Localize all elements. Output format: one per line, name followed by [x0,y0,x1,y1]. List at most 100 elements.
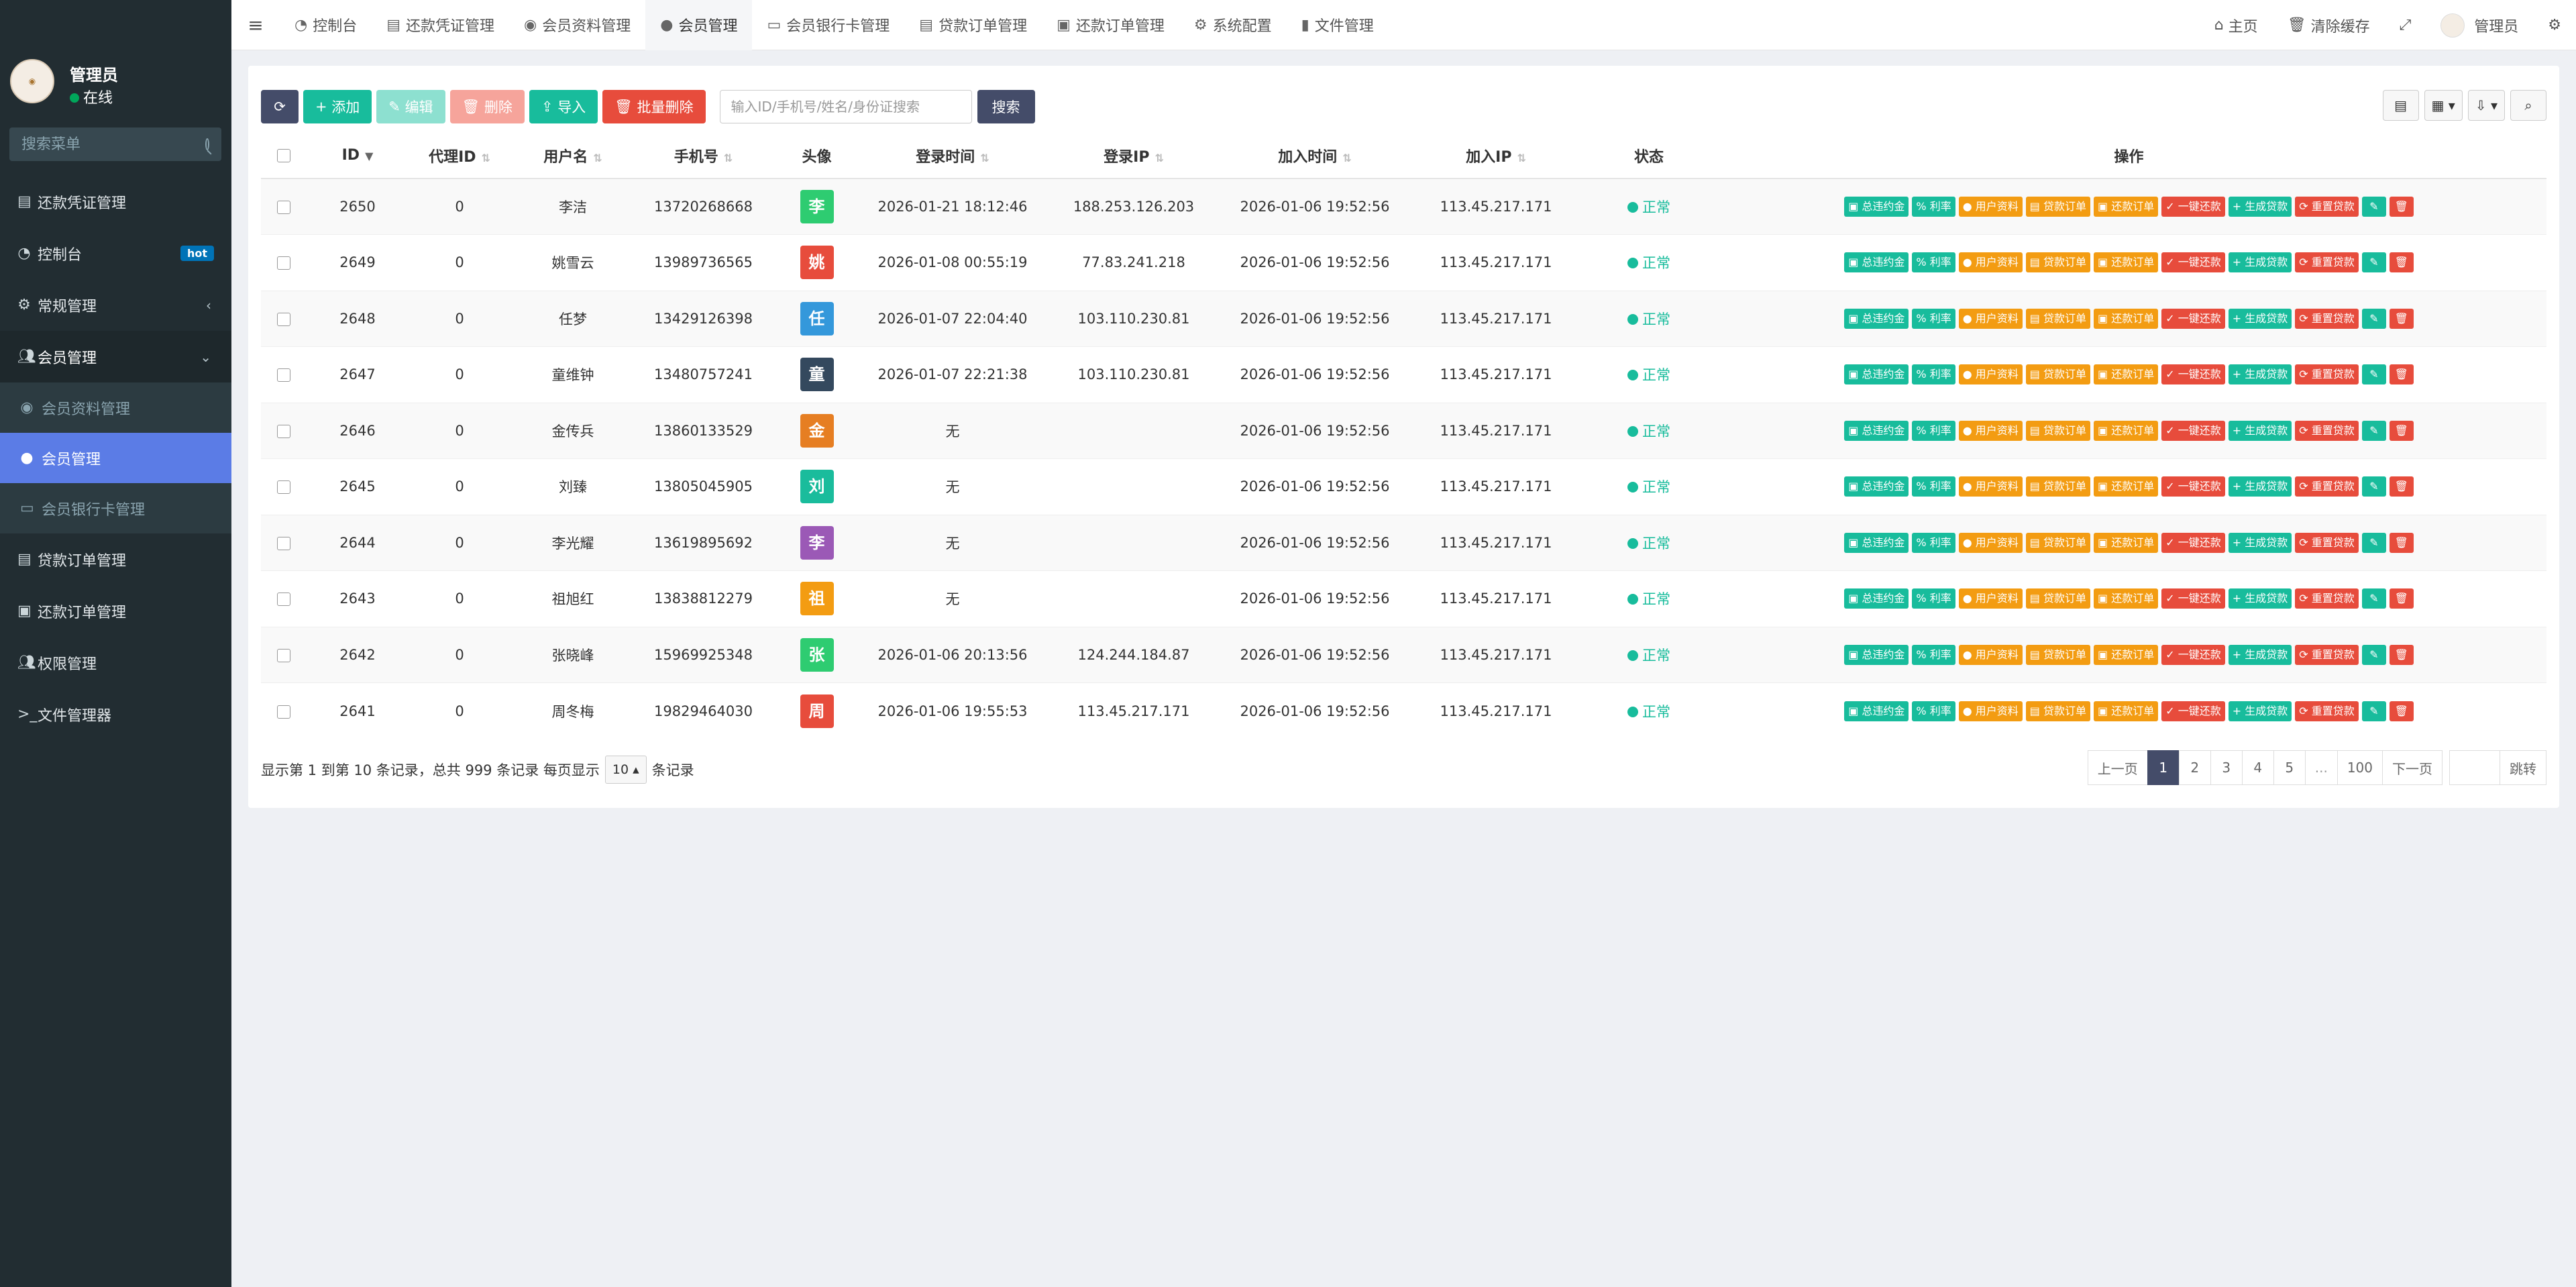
settings-button[interactable]: ⚙ [2533,0,2576,50]
generate-loan-button[interactable]: + 生成贷款 [2228,364,2292,385]
header-agent-id[interactable]: 代理ID ⇅ [409,133,511,179]
delete-row-button[interactable]: 🗑︎ [2389,420,2414,441]
columns-button[interactable]: ▦ ▾ [2424,90,2463,121]
generate-loan-button[interactable]: + 生成贷款 [2228,252,2292,273]
tab-system-config[interactable]: ⚙ 系统配置 [1179,0,1287,50]
one-click-repay-button[interactable]: ✓ 一键还款 [2161,308,2225,329]
edit-row-button[interactable]: ✎ [2361,252,2386,273]
loan-orders-button[interactable]: ▤ 贷款订单 [2025,644,2091,665]
interest-rate-button[interactable]: % 利率 [1912,252,1955,273]
edit-row-button[interactable]: ✎ [2361,364,2386,385]
loan-orders-button[interactable]: ▤ 贷款订单 [2025,420,2091,441]
delete-row-button[interactable]: 🗑︎ [2389,197,2414,217]
tab-file-manage[interactable]: ▮ 文件管理 [1287,0,1389,50]
total-penalty-button[interactable]: ▣ 总违约金 [1844,588,1909,609]
reset-loan-button[interactable]: ⟳ 重置贷款 [2295,701,2359,721]
search-icon[interactable] [205,138,209,150]
advanced-search-button[interactable]: ⌕ [2510,90,2546,121]
generate-loan-button[interactable]: + 生成贷款 [2228,476,2292,497]
tab-dashboard[interactable]: ◔ 控制台 [280,0,372,50]
generate-loan-button[interactable]: + 生成贷款 [2228,588,2292,609]
avatar[interactable]: 张 [800,637,834,672]
page-button[interactable]: 4 [2241,750,2274,785]
sidebar-item-dashboard[interactable]: ◔ 控制台 hot [0,227,231,279]
loan-orders-button[interactable]: ▤ 贷款订单 [2025,476,2091,497]
interest-rate-button[interactable]: % 利率 [1912,701,1955,721]
page-button[interactable]: 2 [2178,750,2211,785]
interest-rate-button[interactable]: % 利率 [1912,644,1955,665]
page-button[interactable]: 5 [2273,750,2306,785]
reset-loan-button[interactable]: ⟳ 重置贷款 [2295,308,2359,329]
one-click-repay-button[interactable]: ✓ 一键还款 [2161,532,2225,553]
page-size-select[interactable]: 10 ▴ [604,756,647,784]
select-all-checkbox[interactable] [277,149,290,162]
edit-row-button[interactable]: ✎ [2361,588,2386,609]
repay-orders-button[interactable]: ▣ 还款订单 [2094,701,2159,721]
repay-orders-button[interactable]: ▣ 还款订单 [2094,588,2159,609]
prev-page-button[interactable]: 上一页 [2087,750,2148,785]
search-button[interactable]: 搜索 [977,90,1035,123]
total-penalty-button[interactable]: ▣ 总违约金 [1844,420,1909,441]
one-click-repay-button[interactable]: ✓ 一键还款 [2161,420,2225,441]
import-button[interactable]: ⇪ 导入 [529,90,598,123]
header-id[interactable]: ID ▼ [307,133,409,179]
edit-row-button[interactable]: ✎ [2361,701,2386,721]
total-penalty-button[interactable]: ▣ 总违约金 [1844,476,1909,497]
one-click-repay-button[interactable]: ✓ 一键还款 [2161,476,2225,497]
repay-orders-button[interactable]: ▣ 还款订单 [2094,364,2159,385]
delete-button[interactable]: 🗑︎ 删除 [449,90,525,123]
avatar[interactable]: 李 [800,190,834,223]
header-join-ip[interactable]: 加入IP ⇅ [1405,133,1587,179]
user-profile-button[interactable]: ● 用户资料 [1958,588,2023,609]
reset-loan-button[interactable]: ⟳ 重置贷款 [2295,364,2359,385]
total-penalty-button[interactable]: ▣ 总违约金 [1844,197,1909,217]
avatar[interactable]: 童 [800,358,834,392]
total-penalty-button[interactable]: ▣ 总违约金 [1844,364,1909,385]
table-search-input[interactable] [719,90,972,123]
avatar[interactable]: 姚 [800,246,834,280]
row-checkbox[interactable] [277,593,290,607]
reset-loan-button[interactable]: ⟳ 重置贷款 [2295,252,2359,273]
repay-orders-button[interactable]: ▣ 还款订单 [2094,476,2159,497]
loan-orders-button[interactable]: ▤ 贷款订单 [2025,532,2091,553]
repay-orders-button[interactable]: ▣ 还款订单 [2094,308,2159,329]
refresh-button[interactable]: ⟳ [261,90,299,123]
tab-repay-orders[interactable]: ▣ 还款订单管理 [1042,0,1179,50]
row-checkbox[interactable] [277,705,290,719]
user-profile-button[interactable]: ● 用户资料 [1958,701,2023,721]
interest-rate-button[interactable]: % 利率 [1912,420,1955,441]
row-checkbox[interactable] [277,368,290,382]
clear-cache-button[interactable]: 🗑︎ 清除缓存 [2273,0,2385,50]
interest-rate-button[interactable]: % 利率 [1912,588,1955,609]
reset-loan-button[interactable]: ⟳ 重置贷款 [2295,532,2359,553]
repay-orders-button[interactable]: ▣ 还款订单 [2094,252,2159,273]
page-button[interactable]: 100 [2337,750,2383,785]
loan-orders-button[interactable]: ▤ 贷款订单 [2025,701,2091,721]
menu-search-input[interactable] [21,136,205,153]
sidebar-item-file-manager[interactable]: >_ 文件管理器 [0,688,231,740]
total-penalty-button[interactable]: ▣ 总违约金 [1844,644,1909,665]
export-button[interactable]: ⇩ ▾ [2467,90,2505,121]
delete-row-button[interactable]: 🗑︎ [2389,644,2414,665]
repay-orders-button[interactable]: ▣ 还款订单 [2094,644,2159,665]
tab-member-manage[interactable]: ● 会员管理 [645,0,753,50]
interest-rate-button[interactable]: % 利率 [1912,308,1955,329]
one-click-repay-button[interactable]: ✓ 一键还款 [2161,197,2225,217]
edit-row-button[interactable]: ✎ [2361,308,2386,329]
edit-row-button[interactable]: ✎ [2361,532,2386,553]
admin-menu[interactable]: 管理员 [2426,0,2533,50]
row-checkbox[interactable] [277,424,290,438]
loan-orders-button[interactable]: ▤ 贷款订单 [2025,588,2091,609]
generate-loan-button[interactable]: + 生成贷款 [2228,308,2292,329]
user-profile-button[interactable]: ● 用户资料 [1958,532,2023,553]
avatar[interactable]: 金 [800,413,834,448]
delete-row-button[interactable]: 🗑︎ [2389,532,2414,553]
one-click-repay-button[interactable]: ✓ 一键还款 [2161,701,2225,721]
reset-loan-button[interactable]: ⟳ 重置贷款 [2295,420,2359,441]
edit-row-button[interactable]: ✎ [2361,644,2386,665]
sidebar-item-general[interactable]: ⚙ 常规管理 ‹ [0,279,231,331]
user-profile-button[interactable]: ● 用户资料 [1958,308,2023,329]
generate-loan-button[interactable]: + 生成贷款 [2228,532,2292,553]
delete-row-button[interactable]: 🗑︎ [2389,364,2414,385]
avatar[interactable]: 李 [800,525,834,560]
